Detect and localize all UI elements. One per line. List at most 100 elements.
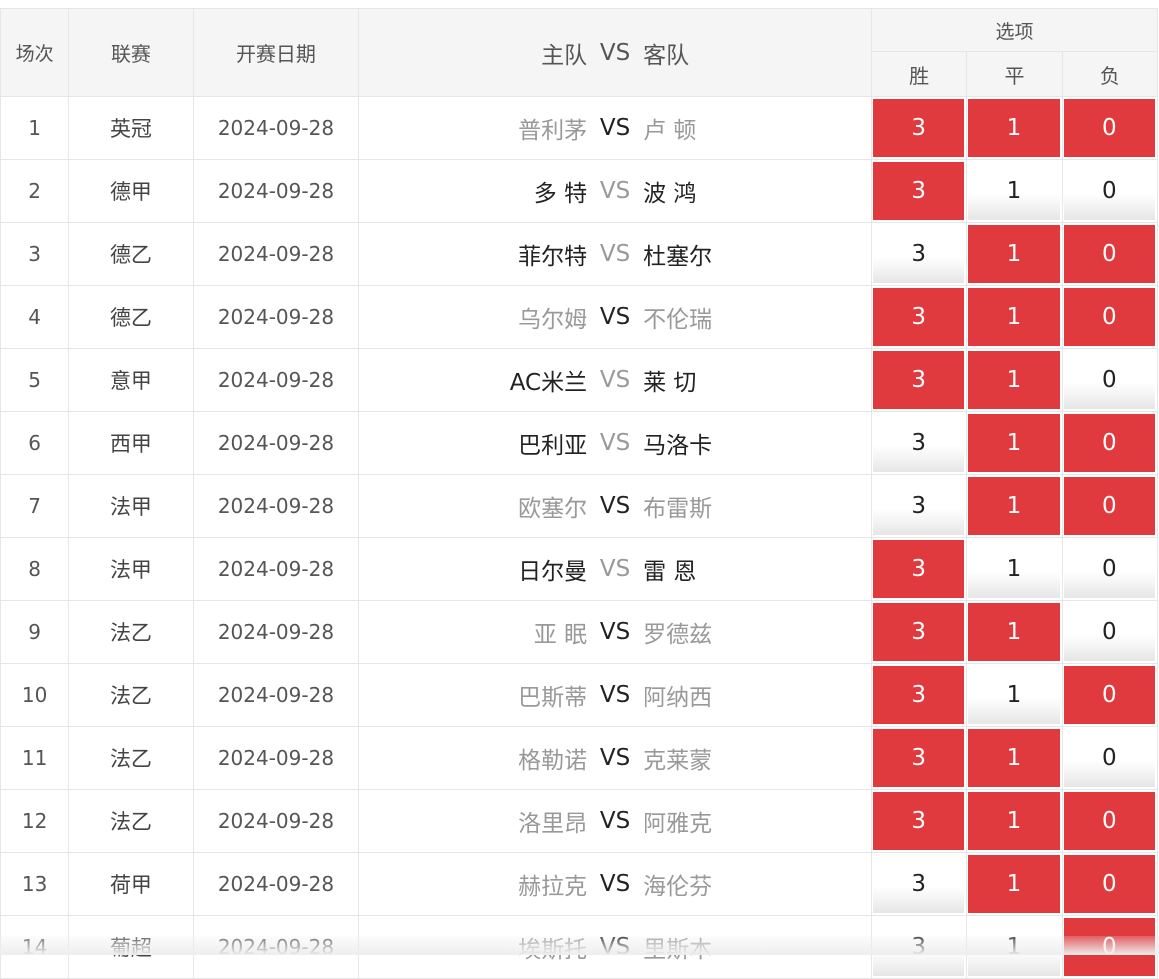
option-lose-button[interactable]: 0 <box>1063 855 1155 913</box>
header-draw: 平 <box>966 51 1063 97</box>
option-lose-button[interactable]: 0 <box>1063 162 1155 220</box>
away-team: 克莱蒙 <box>643 748 713 774</box>
home-team: 亚 眠 <box>533 622 588 648</box>
option-lose-button[interactable]: 0 <box>1063 288 1155 346</box>
option-cell-win: 3 <box>870 348 968 412</box>
header-date: 开赛日期 <box>192 8 360 97</box>
match-date: 2024-09-28 <box>192 222 360 286</box>
option-win-button[interactable]: 3 <box>872 792 965 850</box>
option-win-button[interactable]: 3 <box>872 729 965 787</box>
option-cell-win: 3 <box>870 222 968 286</box>
option-draw-button[interactable]: 1 <box>968 288 1060 346</box>
option-draw-button[interactable]: 1 <box>968 792 1060 850</box>
option-draw-button[interactable]: 1 <box>968 855 1060 913</box>
option-lose-button[interactable]: 0 <box>1063 792 1155 850</box>
option-cell-draw: 1 <box>966 600 1063 664</box>
teams-cell: 普利茅 VS 卢 顿 <box>358 96 872 160</box>
option-draw-button[interactable]: 1 <box>968 414 1060 472</box>
option-win-button[interactable]: 3 <box>872 603 965 661</box>
option-draw-button[interactable]: 1 <box>968 99 1060 157</box>
teams-cell: 赫拉克 VS 海伦芬 <box>358 852 872 916</box>
league-name: 法乙 <box>68 600 194 664</box>
option-lose-button[interactable]: 0 <box>1063 603 1155 661</box>
header-vs: VS <box>599 39 631 66</box>
option-lose-button[interactable]: 0 <box>1063 477 1155 535</box>
league-name: 英冠 <box>68 96 194 160</box>
option-cell-draw: 1 <box>966 789 1063 853</box>
teams: 巴斯蒂 VS 阿纳西 <box>359 678 871 712</box>
option-win-button[interactable]: 3 <box>872 162 965 220</box>
option-win-button[interactable]: 3 <box>872 855 965 913</box>
vs-label: VS <box>599 493 631 519</box>
home-team: 巴斯蒂 <box>518 685 588 711</box>
option-cell-draw: 1 <box>966 159 1063 223</box>
header-options: 选项 <box>870 8 1159 52</box>
option-win-button[interactable]: 3 <box>872 666 965 724</box>
option-cell-lose: 0 <box>1061 411 1159 475</box>
teams: 洛里昂 VS 阿雅克 <box>359 804 871 838</box>
option-draw-button[interactable]: 1 <box>968 729 1060 787</box>
match-number: 3 <box>0 222 70 286</box>
option-draw-button[interactable]: 1 <box>968 351 1060 409</box>
vs-label: VS <box>599 367 631 393</box>
match-date: 2024-09-28 <box>192 96 360 160</box>
option-lose-button[interactable]: 0 <box>1063 729 1155 787</box>
option-win-button[interactable]: 3 <box>872 99 965 157</box>
table-row: 12 法乙 2024-09-28 洛里昂 VS 阿雅克 3 1 0 <box>0 789 1159 853</box>
header-home-team: 主队 <box>541 42 588 69</box>
option-win-button[interactable]: 3 <box>872 477 965 535</box>
header-lose: 负 <box>1061 51 1159 97</box>
match-number: 8 <box>0 537 70 601</box>
match-date: 2024-09-28 <box>192 852 360 916</box>
vs-label: VS <box>599 619 631 645</box>
option-lose-button[interactable]: 0 <box>1063 99 1155 157</box>
away-team: 杜塞尔 <box>643 244 713 270</box>
option-lose-button[interactable]: 0 <box>1063 666 1155 724</box>
option-draw-button[interactable]: 1 <box>968 477 1060 535</box>
table-row: 9 法乙 2024-09-28 亚 眠 VS 罗德兹 3 1 0 <box>0 600 1159 664</box>
away-team: 马洛卡 <box>643 433 713 459</box>
header-away-team: 客队 <box>643 42 690 69</box>
table-row: 13 荷甲 2024-09-28 赫拉克 VS 海伦芬 3 1 0 <box>0 852 1159 916</box>
option-draw-button[interactable]: 1 <box>968 666 1060 724</box>
vs-label: VS <box>599 556 631 582</box>
option-cell-lose: 0 <box>1061 474 1159 538</box>
option-cell-win: 3 <box>870 159 968 223</box>
vs-label: VS <box>599 430 631 456</box>
header-win: 胜 <box>870 51 968 97</box>
match-table-container: 场次 联赛 开赛日期 主队 VS 客队 选项 胜 平 负 1 英冠 2024-09-… <box>0 8 1159 979</box>
option-win-button[interactable]: 3 <box>872 414 965 472</box>
home-team: 乌尔姆 <box>518 307 588 333</box>
option-win-button[interactable]: 3 <box>872 351 965 409</box>
option-lose-button[interactable]: 0 <box>1063 540 1155 598</box>
match-number: 1 <box>0 96 70 160</box>
teams-cell: 菲尔特 VS 杜塞尔 <box>358 222 872 286</box>
header-league: 联赛 <box>68 8 194 97</box>
teams: 赫拉克 VS 海伦芬 <box>359 867 871 901</box>
vs-label: VS <box>599 178 631 204</box>
option-cell-draw: 1 <box>966 474 1063 538</box>
header-teams-inner: 主队 VS 客队 <box>359 36 871 70</box>
option-win-button[interactable]: 3 <box>872 225 965 283</box>
option-win-button[interactable]: 3 <box>872 540 965 598</box>
teams-cell: 亚 眠 VS 罗德兹 <box>358 600 872 664</box>
option-cell-draw: 1 <box>966 285 1063 349</box>
option-lose-button[interactable]: 0 <box>1063 414 1155 472</box>
match-date: 2024-09-28 <box>192 600 360 664</box>
header-match-number: 场次 <box>0 8 70 97</box>
option-cell-draw: 1 <box>966 222 1063 286</box>
table-row: 11 法乙 2024-09-28 格勒诺 VS 克莱蒙 3 1 0 <box>0 726 1159 790</box>
option-draw-button[interactable]: 1 <box>968 162 1060 220</box>
teams: 普利茅 VS 卢 顿 <box>359 111 871 145</box>
option-draw-button[interactable]: 1 <box>968 603 1060 661</box>
option-lose-button[interactable]: 0 <box>1063 225 1155 283</box>
away-team: 波 鸿 <box>643 181 697 207</box>
away-team: 阿纳西 <box>643 685 713 711</box>
table-row: 6 西甲 2024-09-28 巴利亚 VS 马洛卡 3 1 0 <box>0 411 1159 475</box>
option-lose-button[interactable]: 0 <box>1063 351 1155 409</box>
option-win-button[interactable]: 3 <box>872 288 965 346</box>
option-draw-button[interactable]: 1 <box>968 540 1060 598</box>
match-number: 5 <box>0 348 70 412</box>
option-draw-button[interactable]: 1 <box>968 225 1060 283</box>
option-cell-lose: 0 <box>1061 726 1159 790</box>
